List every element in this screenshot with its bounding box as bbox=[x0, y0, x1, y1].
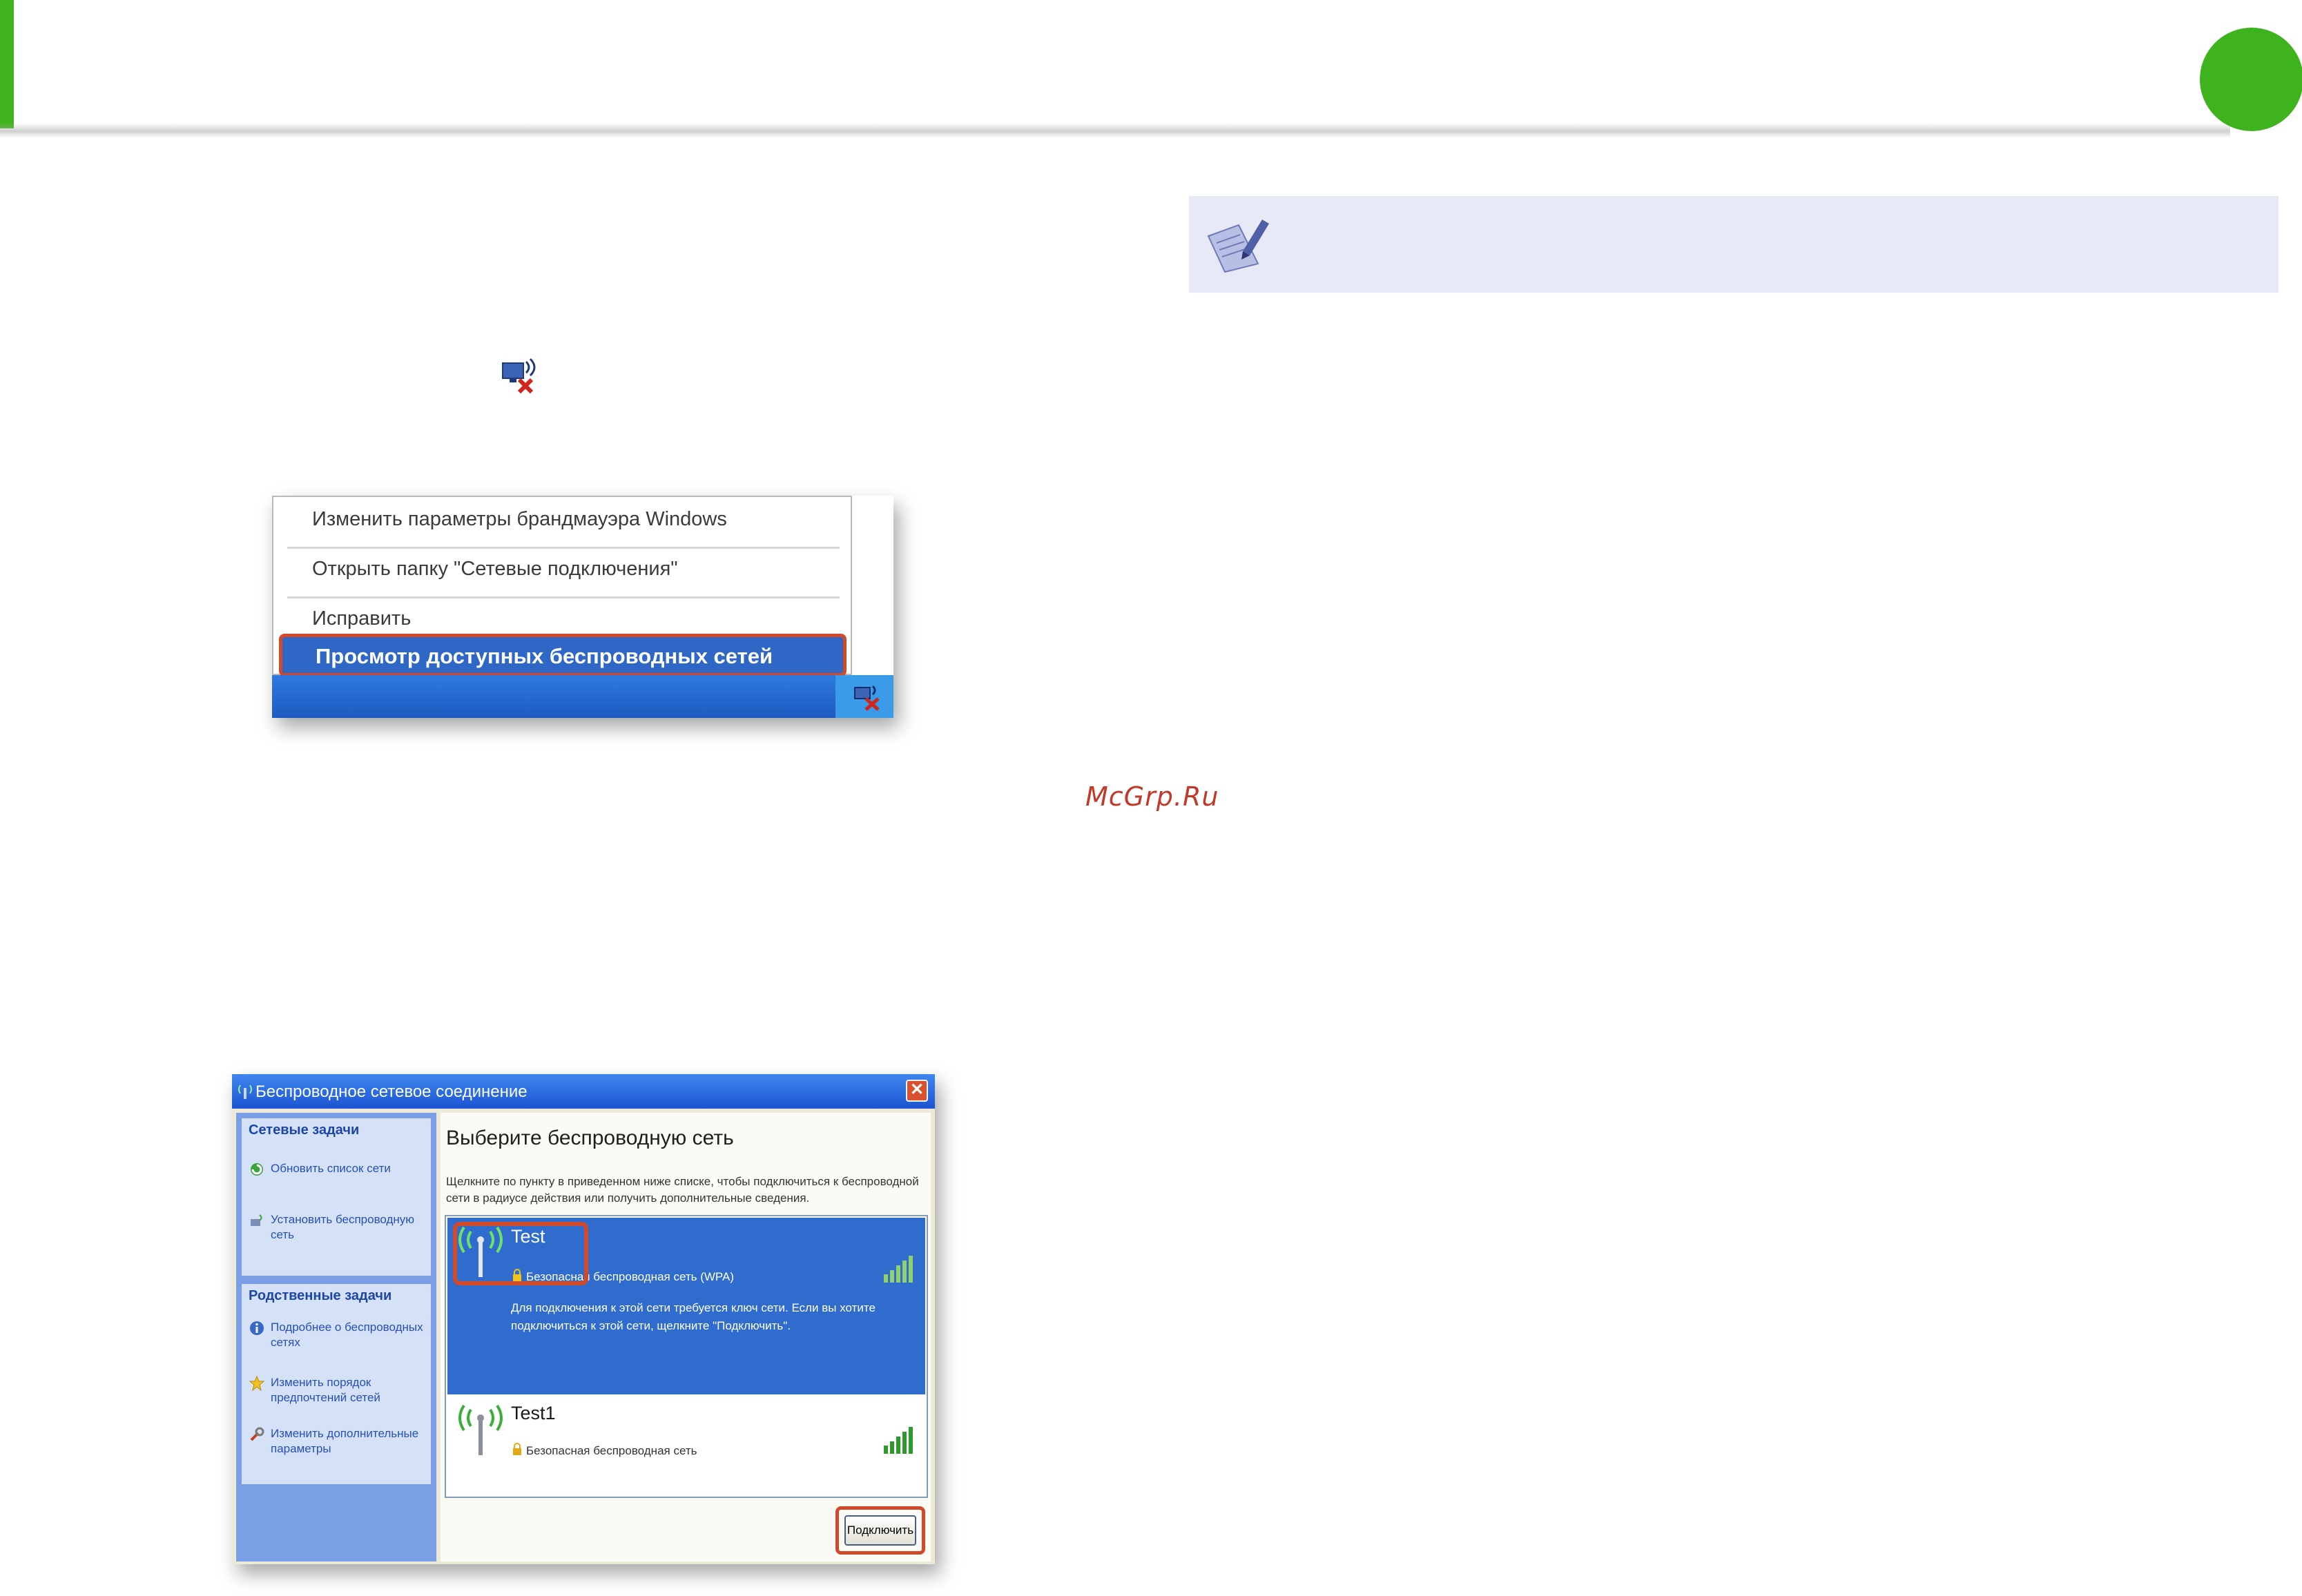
wireless-antenna-icon bbox=[458, 1404, 503, 1455]
note-pencil-icon bbox=[1207, 220, 1269, 273]
watermark: McGrp.Ru bbox=[1085, 781, 1219, 812]
network-security: Безопасная беспроводная сеть bbox=[526, 1444, 697, 1457]
system-tray bbox=[835, 675, 893, 718]
change-advanced-settings-link[interactable]: Изменить дополнительные параметры bbox=[271, 1426, 428, 1457]
info-icon bbox=[250, 1321, 264, 1335]
network-detail: Для подключения к этой сети требуется кл… bbox=[511, 1301, 876, 1332]
connect-button[interactable]: Подключить bbox=[844, 1515, 916, 1546]
menu-separator bbox=[287, 596, 840, 598]
refresh-network-list-link[interactable]: Обновить список сети bbox=[271, 1161, 428, 1176]
menu-item-repair[interactable]: Исправить bbox=[312, 607, 411, 630]
lock-icon bbox=[513, 1443, 521, 1455]
learn-wireless-link[interactable]: Подробнее о беспроводных сетях bbox=[271, 1320, 428, 1350]
task-sidebar: Сетевые задачи Обновить список сети Уста… bbox=[236, 1113, 436, 1561]
signal-strength-icon bbox=[884, 1256, 913, 1283]
network-name: Test1 bbox=[511, 1403, 556, 1423]
menu-item-firewall[interactable]: Изменить параметры брандмауэра Windows bbox=[312, 508, 727, 531]
dialog-title: Беспроводное сетевое соединение bbox=[255, 1082, 528, 1101]
header-accent-bar bbox=[0, 0, 14, 128]
menu-item-open-connections[interactable]: Открыть папку "Сетевые подключения" bbox=[312, 558, 678, 581]
network-list: Test Безопасная беспроводная сеть (WPA) … bbox=[445, 1215, 928, 1498]
connect-button-outline: Подключить bbox=[835, 1506, 925, 1555]
setup-wireless-network-link[interactable]: Установить беспроводную сеть bbox=[271, 1212, 428, 1243]
network-item-test[interactable]: Test Безопасная беспроводная сеть (WPA) … bbox=[447, 1218, 925, 1394]
header-rule bbox=[0, 123, 2230, 138]
chapter-marker bbox=[2200, 28, 2302, 131]
refresh-icon bbox=[251, 1163, 263, 1176]
context-menu-screenshot: Изменить параметры брандмауэра Windows О… bbox=[272, 496, 893, 718]
close-button[interactable]: ✕ bbox=[906, 1080, 928, 1102]
menu-item-view-wireless-label: Просмотр доступных беспроводных сетей bbox=[316, 644, 773, 668]
network-item-test1[interactable]: Test1 Безопасная беспроводная сеть bbox=[447, 1397, 925, 1463]
related-tasks-header: Родственные задачи bbox=[249, 1288, 392, 1303]
change-network-order-link[interactable]: Изменить порядок предпочтений сетей bbox=[271, 1375, 428, 1405]
network-tasks-header: Сетевые задачи bbox=[249, 1122, 360, 1138]
network-tasks-panel: Сетевые задачи Обновить список сети Уста… bbox=[242, 1118, 431, 1276]
choose-network-description: Щелкните по пункту в приведенном ниже сп… bbox=[446, 1175, 919, 1205]
note-box bbox=[1189, 196, 2279, 293]
choose-network-heading: Выберите беспроводную сеть bbox=[446, 1127, 734, 1149]
wireless-disconnected-icon bbox=[502, 358, 536, 394]
taskbar bbox=[272, 675, 893, 718]
context-menu: Изменить параметры брандмауэра Windows О… bbox=[272, 496, 852, 677]
star-icon bbox=[249, 1375, 265, 1392]
wireless-disconnected-icon[interactable] bbox=[853, 682, 882, 711]
wireless-network-icon bbox=[238, 1084, 252, 1099]
related-tasks-panel: Родственные задачи Подробнее о беспровод… bbox=[242, 1284, 431, 1484]
menu-separator bbox=[287, 547, 840, 549]
network-list-pane: Выберите беспроводную сеть Щелкните по п… bbox=[441, 1113, 931, 1561]
settings-icon bbox=[250, 1427, 264, 1441]
signal-strength-icon bbox=[884, 1427, 913, 1454]
network-highlight-outline bbox=[453, 1222, 588, 1285]
setup-wireless-icon bbox=[251, 1214, 262, 1226]
menu-item-view-wireless[interactable]: Просмотр доступных беспроводных сетей bbox=[279, 634, 847, 677]
dialog-titlebar: Беспроводное сетевое соединение ✕ bbox=[232, 1074, 935, 1109]
wireless-dialog-screenshot: Беспроводное сетевое соединение ✕ Сетевы… bbox=[232, 1074, 935, 1564]
